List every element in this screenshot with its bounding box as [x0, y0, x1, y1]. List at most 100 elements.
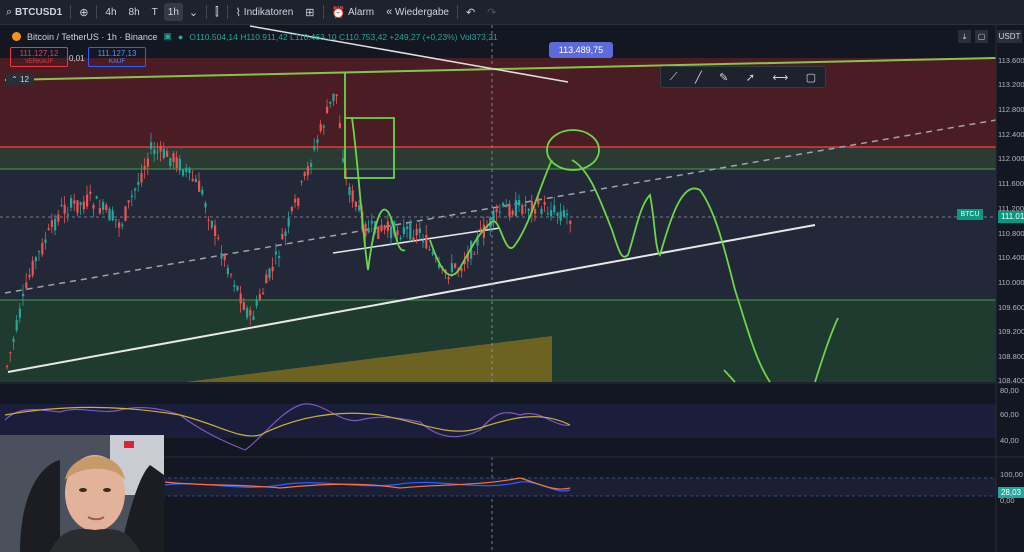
candle-body: [249, 310, 252, 316]
candle-body: [9, 352, 12, 354]
candle-body: [313, 145, 316, 150]
candle-body: [66, 214, 69, 216]
candle-body: [383, 225, 386, 230]
symbol-label: BTCUSD1: [14, 6, 63, 18]
candle-body: [412, 237, 415, 241]
candle-body: [18, 308, 21, 318]
candle-body: [143, 165, 146, 170]
rectangle-tool-icon[interactable]: ▢: [806, 71, 816, 84]
alarm-button[interactable]: ⏰ Alarm: [326, 0, 381, 24]
candle-body: [54, 218, 57, 231]
neutral-zone: [0, 169, 996, 300]
candle-body: [73, 200, 76, 204]
candle-body: [95, 196, 98, 199]
price-tick: 110.400: [998, 253, 1024, 262]
horizontal-line-icon[interactable]: ⟷: [773, 71, 789, 84]
candle-body: [562, 209, 565, 217]
candle-body: [242, 302, 245, 310]
candle-body: [207, 219, 210, 221]
candle-body: [98, 208, 101, 214]
candle-body: [50, 220, 53, 227]
interval-t[interactable]: T: [146, 0, 164, 24]
candle-body: [505, 205, 508, 208]
candle-body: [418, 228, 421, 234]
brush-tool-icon[interactable]: ✎: [719, 71, 728, 84]
divider: [322, 5, 324, 19]
rsi-tick-80: 80,00: [1000, 386, 1019, 395]
line-tool-icon[interactable]: ╱: [695, 71, 702, 84]
candle-body: [217, 237, 220, 239]
candle-body: [214, 225, 217, 237]
redo-icon: ↷: [487, 6, 497, 19]
chart-type-button[interactable]: ⫿: [209, 0, 225, 24]
interval-dropdown[interactable]: ⌄: [183, 0, 204, 24]
price-tick: 110.800: [998, 229, 1024, 238]
undo-button[interactable]: ↶: [460, 0, 481, 24]
legend-settings-icon[interactable]: ▣: [163, 31, 172, 42]
indicators-button[interactable]: ⌇ Indikatoren: [230, 0, 300, 24]
price-tick: 108.400: [998, 376, 1024, 385]
candle-body: [422, 240, 425, 243]
candle-body: [495, 208, 498, 213]
arrow-tool-icon[interactable]: ➚: [746, 71, 755, 84]
candle-body: [22, 293, 25, 297]
chevron-down-icon: ⌄: [188, 6, 199, 19]
candle-body: [287, 218, 290, 227]
currency-label[interactable]: USDT: [997, 30, 1022, 43]
candle-body: [329, 101, 332, 104]
candle-body: [79, 202, 82, 206]
candle-body: [351, 190, 354, 202]
price-tick: 112.400: [998, 130, 1024, 139]
candles-icon: ⫿: [215, 5, 219, 18]
candle-body: [111, 210, 114, 221]
candle-body: [92, 204, 95, 209]
drawing-toolbar: ⟋ ╱ ✎ ➚ ⟷ ▢: [660, 66, 826, 88]
candle-body: [31, 260, 34, 276]
chevron-up-icon: ⌃: [11, 75, 18, 84]
candle-body: [268, 268, 271, 278]
candle-body: [191, 179, 194, 181]
candle-body: [114, 219, 117, 221]
divider: [206, 5, 208, 19]
candle-body: [377, 226, 380, 239]
download-icon[interactable]: ⤓: [958, 30, 971, 43]
buy-button[interactable]: 111.127,13 KAUF: [88, 47, 146, 67]
candle-body: [236, 286, 239, 291]
candle-body: [201, 189, 204, 195]
candle-body: [198, 180, 201, 192]
candle-body: [105, 204, 108, 211]
path-tool-icon[interactable]: ⟋: [670, 71, 678, 84]
interval-1h[interactable]: 1h: [163, 3, 183, 21]
candle-body: [540, 208, 543, 215]
symbol-search[interactable]: ⌕ BTCUSD1: [0, 0, 68, 24]
candle-body: [220, 253, 223, 259]
webcam-overlay: [0, 435, 164, 552]
redo-button[interactable]: ↷: [481, 0, 502, 24]
badge-count: 12: [20, 75, 29, 84]
interval-8h[interactable]: 8h: [123, 0, 146, 24]
candle-body: [498, 211, 501, 213]
candle-body: [569, 220, 572, 225]
hidden-objects-badge[interactable]: ⌃ 12: [6, 74, 34, 85]
candle-body: [82, 201, 85, 210]
candle-body: [230, 274, 233, 276]
divider: [70, 5, 72, 19]
candle-body: [450, 263, 453, 272]
spread-value: 0,01: [69, 54, 85, 63]
candle-body: [223, 254, 226, 260]
templates-button[interactable]: ⊞: [299, 0, 320, 24]
candle-body: [150, 142, 153, 149]
price-callout[interactable]: 113.489,75: [549, 42, 613, 58]
compare-button[interactable]: ⊕: [73, 0, 94, 24]
presenter-image: [0, 435, 164, 552]
sell-button[interactable]: 111.127,12 VERKAUF: [10, 47, 68, 67]
candle-body: [44, 239, 47, 244]
interval-4h[interactable]: 4h: [99, 0, 122, 24]
candle-body: [89, 191, 92, 195]
replay-button[interactable]: « Wiedergabe: [380, 0, 455, 24]
search-icon: ⌕: [6, 5, 13, 18]
grid-icon: ⊞: [305, 6, 315, 19]
price-tick: 113.200: [998, 80, 1024, 89]
maximize-icon[interactable]: ▢: [975, 30, 988, 43]
candle-body: [310, 163, 313, 168]
